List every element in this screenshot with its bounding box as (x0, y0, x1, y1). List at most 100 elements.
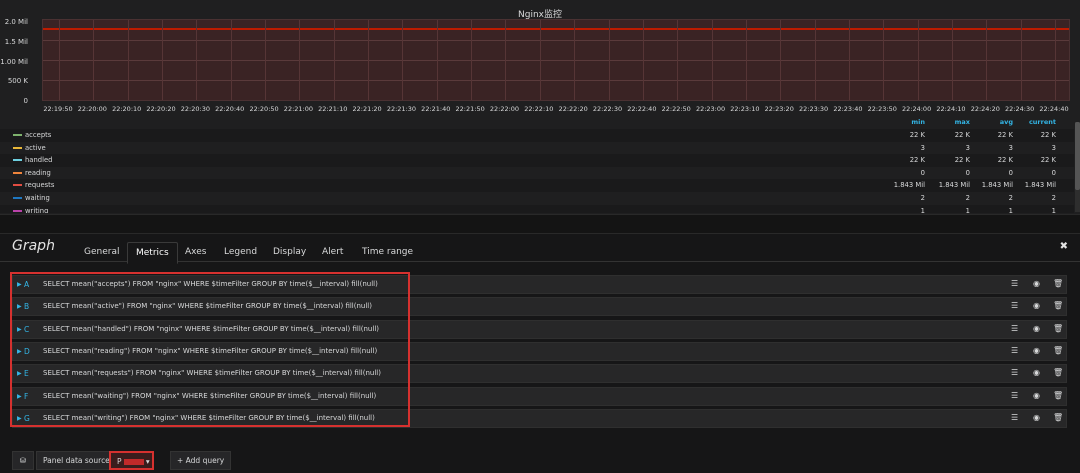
grid-line (608, 20, 610, 100)
x-tick: 22:24:40 (1039, 105, 1069, 113)
legend-row[interactable]: handled 22 K 22 K 22 K 22 K (0, 154, 1074, 167)
series-max: 1.843 Mil (938, 181, 970, 190)
eye-icon[interactable]: ◉ (1033, 413, 1040, 422)
series-name[interactable]: handled (25, 156, 52, 164)
grid-line (1055, 20, 1056, 100)
series-name[interactable]: waiting (25, 194, 50, 202)
menu-icon[interactable]: ☰ (1011, 346, 1018, 355)
legend-row[interactable]: active 3 3 3 3 (0, 142, 1074, 155)
series-color-swatch[interactable] (13, 209, 22, 212)
menu-icon[interactable]: ☰ (1011, 301, 1018, 310)
series-color-swatch[interactable] (13, 184, 22, 187)
eye-icon[interactable]: ◉ (1033, 301, 1040, 310)
series-max: 0 (965, 168, 970, 177)
trash-icon[interactable]: 🗑 (1053, 368, 1063, 377)
series-current: 22 K (1040, 131, 1056, 139)
plot-area[interactable] (42, 19, 1070, 101)
legend-row[interactable]: writing 1 1 1 1 (0, 204, 1074, 213)
series-name[interactable]: reading (25, 169, 51, 177)
grid-line (93, 20, 95, 100)
tab-time-range[interactable]: Time range (354, 242, 421, 262)
menu-icon[interactable]: ☰ (1011, 324, 1018, 333)
series-name[interactable]: active (25, 144, 46, 152)
grid-line (917, 20, 919, 100)
series-color-swatch[interactable] (13, 197, 22, 199)
database-icon[interactable]: ⛁ (12, 451, 34, 470)
add-query-button[interactable]: + Add query (170, 451, 232, 470)
series-color-swatch[interactable] (13, 159, 22, 162)
series-min: 1.843 Mil (893, 181, 925, 190)
tab-general[interactable]: General (76, 242, 127, 262)
tab-legend[interactable]: Legend (216, 242, 265, 262)
series-min: 2 (920, 194, 925, 202)
grid-line (951, 20, 953, 100)
eye-icon[interactable]: ◉ (1033, 346, 1040, 355)
eye-icon[interactable]: ◉ (1033, 279, 1040, 288)
trash-icon[interactable]: 🗑 (1053, 279, 1063, 288)
tab-display[interactable]: Display (265, 242, 314, 262)
series-name[interactable]: accepts (25, 131, 51, 139)
legend-row[interactable]: accepts 22 K 22 K 22 K 22 K (0, 129, 1074, 142)
grid-line (471, 20, 473, 100)
trash-icon[interactable]: 🗑 (1053, 346, 1063, 355)
grid-line (230, 20, 232, 100)
x-tick: 22:22:20 (558, 105, 588, 113)
legend-scrollbar[interactable] (1075, 122, 1080, 212)
legend-header-max[interactable]: max (930, 118, 970, 129)
tab-alert[interactable]: Alert (314, 242, 351, 262)
tab-metrics[interactable]: Metrics (127, 242, 178, 264)
x-tick: 22:22:40 (627, 105, 657, 113)
legend-row[interactable]: requests 1.843 Mil 1.843 Mil 1.843 Mil 1.843… (0, 179, 1074, 192)
grid-line (574, 20, 576, 100)
series-color-swatch[interactable] (13, 146, 22, 149)
x-tick: 22:20:00 (77, 105, 107, 113)
series-color-swatch[interactable] (13, 134, 22, 136)
menu-icon[interactable]: ☰ (1011, 368, 1018, 377)
grid-line (986, 20, 988, 100)
grid-line (59, 20, 60, 100)
menu-icon[interactable]: ☰ (1011, 413, 1018, 422)
scrollbar-thumb[interactable] (1075, 122, 1080, 190)
grid-line (196, 20, 198, 100)
x-tick: 22:23:30 (798, 105, 829, 113)
x-tick: 22:21:30 (386, 105, 417, 113)
trash-icon[interactable]: 🗑 (1053, 301, 1063, 310)
x-tick: 22:21:50 (455, 105, 485, 113)
x-tick: 22:23:20 (764, 105, 794, 113)
series-avg: 22 K (997, 131, 1013, 139)
series-avg: 1 (1008, 206, 1013, 213)
y-tick: 0 (23, 97, 28, 105)
close-icon[interactable]: ✖ (1060, 241, 1068, 252)
eye-icon[interactable]: ◉ (1033, 368, 1040, 377)
annotation-highlight-box (10, 272, 410, 427)
legend-header-current[interactable]: current (1018, 118, 1056, 129)
menu-icon[interactable]: ☰ (1011, 391, 1018, 400)
trash-icon[interactable]: 🗑 (1053, 413, 1063, 422)
eye-icon[interactable]: ◉ (1033, 324, 1040, 333)
series-color-swatch[interactable] (13, 171, 22, 174)
series-min: 22 K (909, 131, 925, 139)
menu-icon[interactable]: ☰ (1011, 279, 1018, 288)
datasource-select[interactable]: P ▾ (109, 451, 154, 470)
trash-icon[interactable]: 🗑 (1053, 324, 1063, 333)
series-current: 1.843 Mil (1024, 181, 1056, 190)
legend-header-min[interactable]: min (890, 118, 925, 129)
eye-icon[interactable]: ◉ (1033, 391, 1040, 400)
tab-axes[interactable]: Axes (177, 242, 214, 262)
series-avg: 3 (1008, 143, 1013, 152)
series-max: 22 K (954, 131, 970, 139)
legend-header-avg[interactable]: avg (975, 118, 1013, 129)
series-current: 22 K (1040, 156, 1056, 165)
legend-row[interactable]: reading 0 0 0 0 (0, 167, 1074, 180)
series-current: 0 (1051, 168, 1056, 177)
trash-icon[interactable]: 🗑 (1053, 391, 1063, 400)
series-current: 1 (1051, 206, 1056, 213)
grid-line (677, 20, 679, 100)
x-tick: 22:21:20 (352, 105, 382, 113)
series-name[interactable]: requests (25, 181, 54, 189)
series-name[interactable]: writing (25, 207, 48, 213)
x-tick: 22:20:30 (180, 105, 210, 113)
grid-line (505, 20, 507, 100)
legend-row[interactable]: waiting 2 2 2 2 (0, 192, 1074, 205)
y-tick: 1.5 Mil (4, 38, 28, 46)
